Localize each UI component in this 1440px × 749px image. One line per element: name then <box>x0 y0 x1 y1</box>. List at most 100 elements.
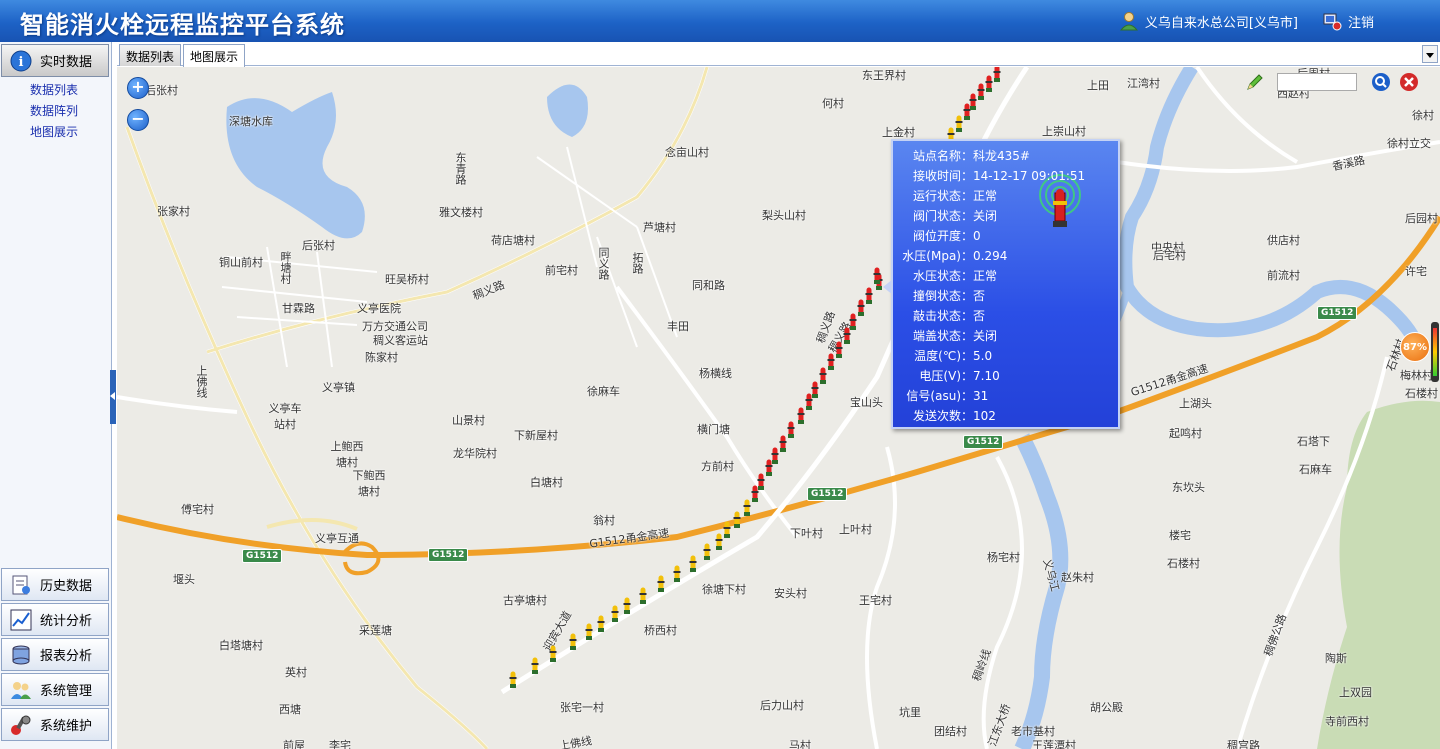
place-label: 丰田 <box>667 320 689 333</box>
place-label: 芦塘村 <box>643 221 676 234</box>
hydrant-icon[interactable] <box>955 115 963 133</box>
place-label: 堰头 <box>173 573 195 586</box>
hydrant-icon[interactable] <box>703 543 711 561</box>
app-title: 智能消火栓远程监控平台系统 <box>20 10 345 39</box>
search-icon[interactable] <box>1371 72 1391 92</box>
hydrant-icon[interactable] <box>835 341 843 359</box>
hydrant-icon[interactable] <box>509 671 517 689</box>
place-label: 东王界村 <box>862 69 906 82</box>
zoom-in-button[interactable]: + <box>127 77 149 99</box>
place-label: 古亭塘村 <box>503 594 547 607</box>
hydrant-icon[interactable] <box>985 75 993 93</box>
hydrant-icon[interactable] <box>623 597 631 615</box>
place-label: 张家村 <box>157 205 190 218</box>
hydrant-icon[interactable] <box>977 83 985 101</box>
place-label: 前宅村 <box>545 264 578 277</box>
hydrant-icon[interactable] <box>597 615 605 633</box>
sidebar-sub-data-list[interactable]: 数据列表 <box>30 81 78 98</box>
popup-row: 温度(℃)：5.0 <box>899 347 992 364</box>
sidebar-collapse-handle[interactable] <box>110 370 116 424</box>
place-label: 徐塘下村 <box>702 583 746 596</box>
place-label: 上湖头 <box>1179 397 1212 410</box>
zoom-out-button[interactable]: − <box>127 109 149 131</box>
hydrant-icon[interactable] <box>611 605 619 623</box>
hydrant-icon[interactable] <box>827 353 835 371</box>
sidebar-item-system-management[interactable]: 系统管理 <box>1 673 109 706</box>
map-search-input[interactable] <box>1277 73 1357 91</box>
hydrant-icon[interactable] <box>771 447 779 465</box>
place-label: 江湾村 <box>1127 77 1160 90</box>
place-label: 上佛线 <box>195 365 208 398</box>
sidebar-item-statistics[interactable]: 统计分析 <box>1 603 109 636</box>
popup-row-value: 关闭 <box>973 329 998 343</box>
logout-icon <box>1323 13 1342 31</box>
pencil-icon[interactable] <box>1245 72 1265 92</box>
sidebar-item-label: 系统维护 <box>40 719 93 734</box>
place-label: 前屋 <box>283 739 305 749</box>
sidebar-item-history[interactable]: 历史数据 <box>1 568 109 601</box>
hydrant-icon[interactable] <box>757 473 765 491</box>
hydrant-icon[interactable] <box>743 499 751 517</box>
hydrant-icon[interactable] <box>657 575 665 593</box>
map-view[interactable]: 后张村 深塘水库 何村 东王界村 上田 江湾村 后周村 西赵村 徐村 上金村 上… <box>117 67 1440 749</box>
hydrant-icon[interactable] <box>733 511 741 529</box>
app-header: 智能消火栓远程监控平台系统 义乌自来水总公司[义乌市] 注销 <box>0 0 1440 42</box>
hydrant-icon[interactable] <box>569 633 577 651</box>
hydrant-icon[interactable] <box>585 623 593 641</box>
forest-area <box>1317 400 1440 749</box>
place-label: 同和路 <box>692 279 725 292</box>
hydrant-icon[interactable] <box>797 407 805 425</box>
hydrant-icon[interactable] <box>811 381 819 399</box>
history-icon <box>8 572 34 598</box>
sidebar-item-reports[interactable]: 报表分析 <box>1 638 109 671</box>
place-label: 李宅 <box>329 739 351 749</box>
place-label: 安头村 <box>774 587 807 600</box>
sidebar-item-label: 历史数据 <box>40 579 93 594</box>
svg-text:i: i <box>19 55 24 70</box>
popup-row-value: 102 <box>973 409 996 423</box>
popup-row-label: 发送次数： <box>912 409 973 423</box>
hydrant-icon[interactable] <box>549 645 557 663</box>
place-label: 拓路 <box>631 252 644 274</box>
hydrant-icon[interactable] <box>779 435 787 453</box>
place-label: 宝山头 <box>850 396 883 409</box>
place-label: 白塔塘村 <box>219 639 263 652</box>
place-label: 下鲍西塘村 <box>352 469 386 498</box>
sidebar-sub-map-view[interactable]: 地图展示 <box>30 123 78 140</box>
popup-row: 水压(Mpa)：0.294 <box>899 247 1007 264</box>
sidebar-item-label: 统计分析 <box>40 614 93 629</box>
hydrant-icon[interactable] <box>969 93 977 111</box>
hydrant-icon[interactable] <box>639 587 647 605</box>
hydrant-icon[interactable] <box>993 67 1001 83</box>
hydrant-icon[interactable] <box>865 287 873 305</box>
popup-row: 敲击状态：否 <box>899 307 985 324</box>
sidebar-sub-data-array[interactable]: 数据阵列 <box>30 102 78 119</box>
hydrant-icon[interactable] <box>715 533 723 551</box>
tab-dropdown-button[interactable] <box>1422 45 1438 63</box>
place-label: 义亭互通 <box>315 532 359 545</box>
place-label: 铜山前村 <box>219 256 263 269</box>
hydrant-icon[interactable] <box>673 565 681 583</box>
hydrant-icon[interactable] <box>849 313 857 331</box>
hydrant-icon[interactable] <box>787 421 795 439</box>
popup-row-label: 信号(asu)： <box>906 389 973 403</box>
sidebar-item-label: 系统管理 <box>40 684 93 699</box>
logout-button[interactable]: 注销 <box>1322 11 1374 31</box>
road-badge: G1512 <box>807 487 848 501</box>
place-label: 陈家村 <box>365 351 398 364</box>
hydrant-icon-selected[interactable] <box>873 267 881 285</box>
tab-data-list[interactable]: 数据列表 <box>119 44 182 66</box>
hydrant-icon[interactable] <box>857 299 865 317</box>
popup-row-label: 端盖状态： <box>912 329 973 343</box>
hydrant-icon[interactable] <box>819 367 827 385</box>
place-label: 石楼村 <box>1405 387 1438 400</box>
sidebar-item-system-maintenance[interactable]: 系统维护 <box>1 708 109 741</box>
place-label: 徐村立交 <box>1387 137 1431 150</box>
close-icon[interactable] <box>1399 72 1419 92</box>
hydrant-icon[interactable] <box>723 521 731 539</box>
sidebar-item-realtime[interactable]: i 实时数据 <box>1 44 109 77</box>
tab-map-view[interactable]: 地图展示 <box>183 44 246 67</box>
hydrant-icon[interactable] <box>689 555 697 573</box>
place-label: 旺吴桥村 <box>385 273 429 286</box>
hydrant-icon[interactable] <box>531 657 539 675</box>
